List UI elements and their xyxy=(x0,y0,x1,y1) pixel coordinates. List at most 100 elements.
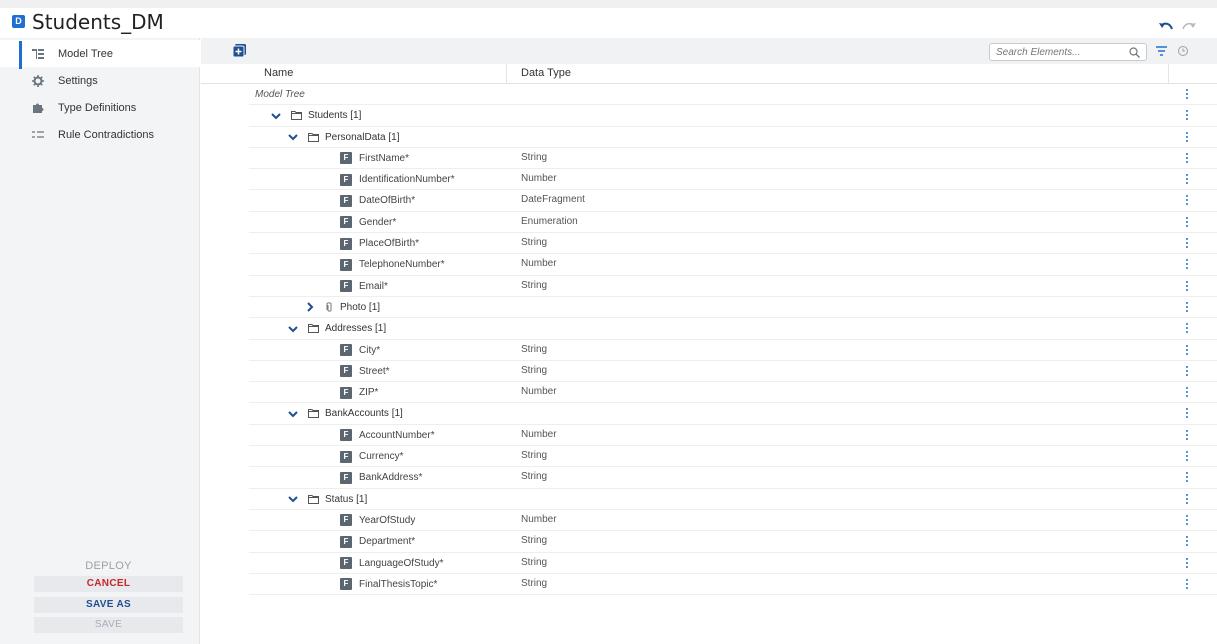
row-menu-icon[interactable] xyxy=(1186,174,1189,185)
row-menu-icon[interactable] xyxy=(1186,259,1189,270)
column-type-header[interactable]: Data Type xyxy=(521,67,571,79)
tree-root-label: Model Tree xyxy=(255,89,305,100)
folder-icon xyxy=(308,409,319,419)
tree-row-field[interactable]: F BankAddress* String xyxy=(249,467,1217,489)
row-menu-icon[interactable] xyxy=(1186,301,1189,313)
chevron-down-icon[interactable] xyxy=(288,132,298,142)
tree-row-field[interactable]: F ZIP* Number xyxy=(249,382,1217,404)
column-name-header[interactable]: Name xyxy=(264,67,293,79)
undo-icon[interactable] xyxy=(1158,21,1174,33)
row-menu-icon[interactable] xyxy=(1186,408,1189,419)
field-type: Number xyxy=(521,386,557,398)
tree-row-field[interactable]: F Department* String xyxy=(249,531,1217,553)
field-icon: F xyxy=(340,258,352,271)
row-menu-icon[interactable] xyxy=(1186,493,1189,505)
chevron-down-icon[interactable] xyxy=(288,494,298,504)
field-icon: F xyxy=(340,429,352,442)
tree-row-root[interactable]: Model Tree xyxy=(249,84,1217,106)
redo-icon[interactable] xyxy=(1181,21,1197,33)
row-menu-icon[interactable] xyxy=(1186,344,1189,356)
row-menu-icon[interactable] xyxy=(1186,323,1189,334)
column-divider[interactable] xyxy=(506,64,507,84)
chevron-right-icon[interactable] xyxy=(305,302,315,313)
field-name: Email* xyxy=(359,280,388,292)
save-as-button[interactable]: SAVE AS xyxy=(34,597,183,613)
row-menu-icon[interactable] xyxy=(1186,131,1189,143)
field-name: BankAddress* xyxy=(359,472,423,484)
tree-row-field[interactable]: F LanguageOfStudy* String xyxy=(249,553,1217,574)
tree-row-group[interactable]: PersonalData [1] xyxy=(249,127,1217,148)
field-icon: F xyxy=(340,365,352,378)
tree-row-field[interactable]: F Gender* Enumeration xyxy=(249,212,1217,234)
tree-row-group[interactable]: Status [1] xyxy=(249,489,1217,510)
sidebar-item-model-tree[interactable]: Model Tree xyxy=(0,40,200,69)
save-button[interactable]: SAVE xyxy=(34,617,183,633)
filter-icon[interactable] xyxy=(1156,46,1167,56)
rule-list-icon xyxy=(32,130,44,138)
field-icon: F xyxy=(340,450,352,463)
folder-icon xyxy=(291,111,302,121)
field-icon: F xyxy=(340,280,352,293)
tree-row-field[interactable]: F FirstName* String xyxy=(249,148,1217,170)
tree-row-group[interactable]: BankAccounts [1] xyxy=(249,403,1217,425)
field-type: Number xyxy=(521,258,557,270)
main-panel: Name Data Type Model Tree Students [1] xyxy=(201,38,1217,644)
sidebar-item-settings[interactable]: Settings xyxy=(0,67,200,94)
row-menu-icon[interactable] xyxy=(1186,89,1189,100)
row-menu-icon[interactable] xyxy=(1186,514,1189,526)
row-menu-icon[interactable] xyxy=(1186,387,1189,398)
row-menu-icon[interactable] xyxy=(1186,578,1189,590)
row-menu-icon[interactable] xyxy=(1186,216,1189,228)
deploy-button[interactable]: DEPLOY xyxy=(34,558,183,574)
column-divider[interactable] xyxy=(1168,64,1169,84)
add-element-icon[interactable] xyxy=(233,44,246,57)
row-menu-icon[interactable] xyxy=(1186,365,1189,377)
row-menu-icon[interactable] xyxy=(1186,195,1189,206)
row-menu-icon[interactable] xyxy=(1186,536,1189,547)
tree-row-attachment[interactable]: Photo [1] xyxy=(249,297,1217,319)
field-name: City* xyxy=(359,344,381,356)
sidebar-item-rule-contradictions[interactable]: Rule Contradictions xyxy=(0,121,200,148)
row-menu-icon[interactable] xyxy=(1186,472,1189,483)
model-tree: Model Tree Students [1] PersonalData [1]… xyxy=(249,84,1217,596)
row-menu-icon[interactable] xyxy=(1186,451,1189,462)
search-icon[interactable] xyxy=(1129,47,1140,58)
field-name: TelephoneNumber* xyxy=(359,259,445,271)
row-menu-icon[interactable] xyxy=(1186,110,1189,121)
chevron-down-icon[interactable] xyxy=(288,409,298,419)
field-type: String xyxy=(521,343,548,355)
field-name: LanguageOfStudy* xyxy=(359,557,444,569)
tree-row-field[interactable]: F AccountNumber* Number xyxy=(249,425,1217,447)
chevron-down-icon[interactable] xyxy=(288,324,298,334)
tree-row-field[interactable]: F PlaceOfBirth* String xyxy=(249,233,1217,255)
field-type: String xyxy=(521,471,548,483)
tree-row-field[interactable]: F DateOfBirth* DateFragment xyxy=(249,190,1217,212)
top-strip xyxy=(0,0,1217,8)
folder-icon xyxy=(308,494,319,504)
group-label: PersonalData [1] xyxy=(325,131,400,143)
tree-row-field[interactable]: F FinalThesisTopic* String xyxy=(249,574,1217,596)
tree-row-field[interactable]: F YearOfStudy Number xyxy=(249,510,1217,532)
chevron-down-icon[interactable] xyxy=(271,111,281,121)
sidebar: Model Tree Settings Type Definitions Rul… xyxy=(0,38,200,644)
sidebar-item-type-definitions[interactable]: Type Definitions xyxy=(0,94,200,121)
tree-row-field[interactable]: F Currency* String xyxy=(249,446,1217,468)
row-menu-icon[interactable] xyxy=(1186,152,1189,164)
history-icon[interactable] xyxy=(1177,45,1189,57)
tree-row-field[interactable]: F City* String xyxy=(249,340,1217,361)
search-input[interactable] xyxy=(996,45,1116,59)
field-type: String xyxy=(521,556,548,568)
tree-row-group[interactable]: Students [1] xyxy=(249,105,1217,127)
row-menu-icon[interactable] xyxy=(1186,429,1189,441)
cancel-button[interactable]: CANCEL xyxy=(34,576,183,592)
row-menu-icon[interactable] xyxy=(1186,280,1189,292)
tree-row-field[interactable]: F Street* String xyxy=(249,361,1217,383)
group-label: Photo [1] xyxy=(340,301,381,313)
row-menu-icon[interactable] xyxy=(1186,557,1189,569)
tree-row-field[interactable]: F TelephoneNumber* Number xyxy=(249,254,1217,276)
tree-row-field[interactable]: F IdentificationNumber* Number xyxy=(249,169,1217,191)
row-menu-icon[interactable] xyxy=(1186,238,1189,249)
tree-row-field[interactable]: F Email* String xyxy=(249,276,1217,297)
search-box[interactable] xyxy=(989,43,1147,61)
tree-row-group[interactable]: Addresses [1] xyxy=(249,318,1217,340)
